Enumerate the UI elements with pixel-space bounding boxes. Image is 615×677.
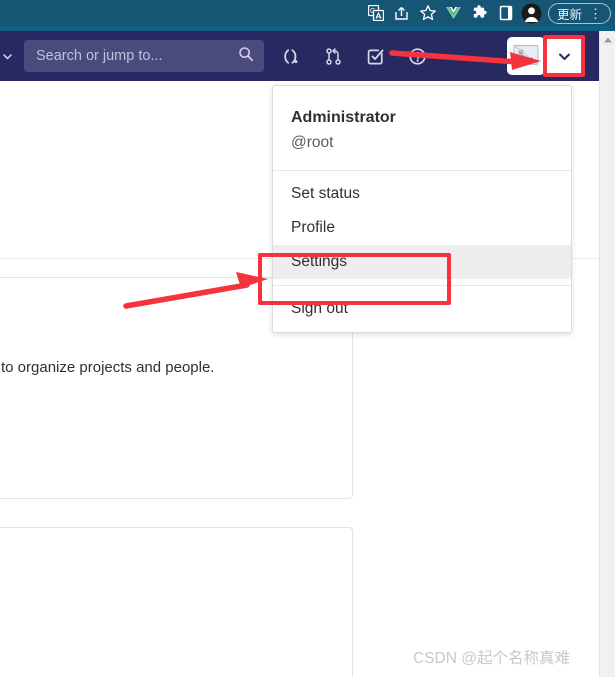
menu-item-sign-out[interactable]: Sign out xyxy=(273,292,571,326)
issues-icon[interactable] xyxy=(280,45,302,67)
user-menu-caret-button[interactable] xyxy=(545,37,583,75)
user-dropdown-header: Administrator @root xyxy=(273,86,571,172)
merge-requests-icon[interactable] xyxy=(322,45,344,67)
page-scrollbar[interactable] xyxy=(599,31,615,677)
navbar-icon-group xyxy=(280,45,428,67)
vue-devtools-icon[interactable] xyxy=(441,2,467,24)
todos-icon[interactable] xyxy=(364,45,386,67)
bookmark-star-icon[interactable] xyxy=(415,2,441,24)
menu-item-profile[interactable]: Profile xyxy=(273,211,571,245)
csdn-watermark: CSDN @起个名称真难 xyxy=(413,650,570,667)
user-dropdown-group-primary: Set status Profile Settings xyxy=(273,171,571,285)
screenshot-root: G 更新 ⋮ to organize projects and people. … xyxy=(0,0,615,677)
sidebar-panel-icon[interactable] xyxy=(493,2,519,24)
chevron-down-icon xyxy=(558,53,570,60)
browser-toolbar: G 更新 ⋮ xyxy=(0,0,615,26)
user-dropdown-menu: Administrator @root Set status Profile S… xyxy=(272,85,572,334)
search-input[interactable]: Search or jump to... xyxy=(24,40,264,72)
menu-item-settings[interactable]: Settings xyxy=(273,245,571,280)
user-dropdown-group-signout: Sign out xyxy=(273,285,571,332)
extensions-puzzle-icon[interactable] xyxy=(467,2,493,24)
update-button-label: 更新 xyxy=(556,7,582,22)
share-icon[interactable] xyxy=(389,2,415,24)
navbar-left-chevron-icon[interactable] xyxy=(0,31,18,81)
user-avatar-broken-image-icon xyxy=(513,44,539,68)
user-display-name: Administrator xyxy=(291,109,396,126)
profile-avatar-icon[interactable] xyxy=(519,2,545,24)
scroll-up-arrow-icon[interactable] xyxy=(600,31,615,48)
help-icon[interactable] xyxy=(406,45,428,67)
search-icon xyxy=(238,46,254,66)
user-avatar[interactable] xyxy=(507,37,545,75)
browser-menu-dots-icon[interactable]: ⋮ xyxy=(589,7,602,20)
user-handle: @root xyxy=(291,134,334,152)
update-button[interactable]: 更新 ⋮ xyxy=(547,2,611,24)
info-card-projects-text: to organize projects and people. xyxy=(1,359,215,376)
search-input-placeholder: Search or jump to... xyxy=(36,48,163,64)
menu-item-set-status[interactable]: Set status xyxy=(273,177,571,211)
google-translate-icon[interactable]: G xyxy=(363,2,389,24)
info-card-instance: ow your GitLab instance is set up. xyxy=(0,527,353,677)
